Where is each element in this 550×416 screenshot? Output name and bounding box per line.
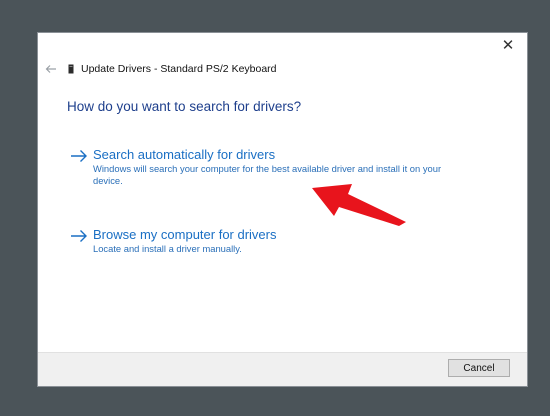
update-drivers-dialog: ✕ Update Drivers - Standard PS/2 Keyboar… [37, 32, 528, 387]
back-arrow-icon[interactable] [44, 62, 58, 76]
right-arrow-icon [71, 150, 87, 162]
browse-computer-option[interactable]: Browse my computer for drivers Locate an… [70, 227, 450, 255]
close-icon[interactable]: ✕ [499, 37, 517, 55]
page-heading: How do you want to search for drivers? [67, 99, 302, 114]
cancel-button[interactable]: Cancel [448, 359, 510, 377]
dialog-titlebar: Update Drivers - Standard PS/2 Keyboard [44, 61, 277, 77]
right-arrow-icon [71, 230, 87, 242]
option-title[interactable]: Search automatically for drivers [93, 147, 275, 163]
window-title: Update Drivers - Standard PS/2 Keyboard [81, 63, 277, 75]
keyboard-device-icon [68, 64, 74, 74]
option-description: Locate and install a driver manually. [93, 243, 242, 254]
option-title[interactable]: Browse my computer for drivers [93, 227, 277, 243]
annotation-arrow-icon [312, 184, 406, 226]
dialog-footer: Cancel [38, 352, 527, 386]
desktop-background: ✕ Update Drivers - Standard PS/2 Keyboar… [0, 0, 550, 416]
